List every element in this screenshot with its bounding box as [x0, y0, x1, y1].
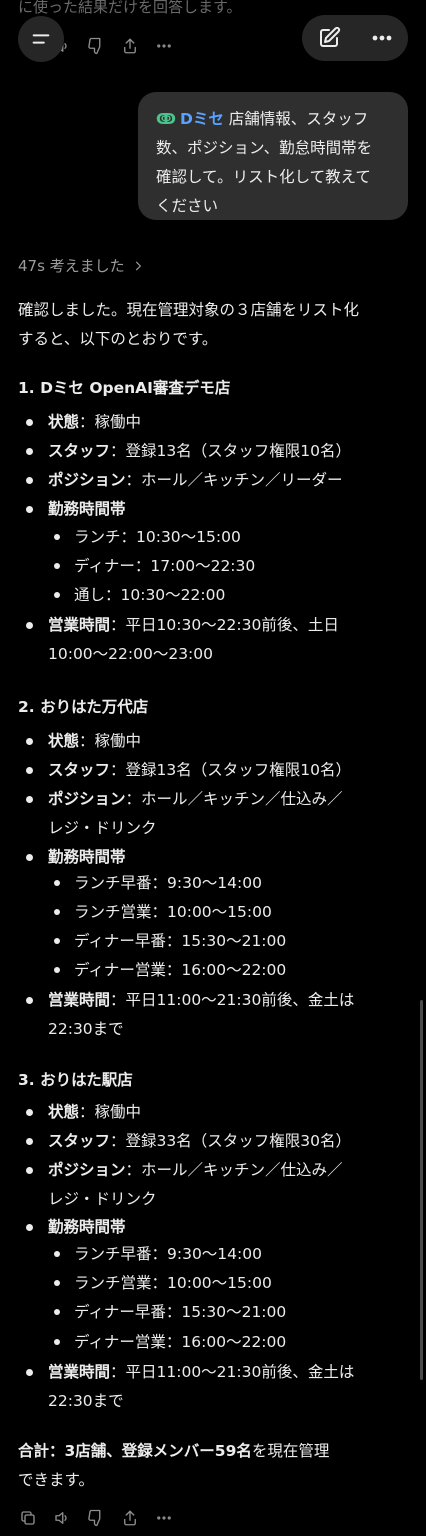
total-summary: 合計：3店舗、登録メンバー59名を現在管理 できます。 — [18, 1437, 329, 1495]
more-icon[interactable] — [154, 36, 174, 56]
list-item-status: 状態：稼働中 — [25, 1098, 141, 1127]
more-icon[interactable] — [154, 1508, 174, 1528]
scrollbar[interactable] — [420, 1000, 423, 1380]
shift-item: ディナー早番：15:30〜21:00 — [53, 1298, 286, 1327]
shift-item: 通し：10:30〜22:00 — [53, 581, 225, 610]
thought-summary-toggle[interactable]: 47s 考えました — [18, 255, 145, 276]
response-actions — [18, 1508, 174, 1528]
store-heading: 2. おりはた万代店 — [18, 698, 149, 716]
list-item-position: ポジション：ホール／キッチン／仕込み／ レジ・ドリンク — [26, 1156, 343, 1214]
new-chat-icon[interactable] — [317, 26, 341, 50]
user-message-bubble: ↂ Dミセ 店舗情報、スタッフ 数、ポジション、勤怠時間帯を 確認して。リスト化し… — [138, 92, 408, 220]
total-rest: を現在管理 — [251, 1442, 330, 1460]
speaker-icon[interactable] — [52, 1508, 72, 1528]
shift-item: ランチ早番：9:30〜14:00 — [54, 869, 262, 898]
shift-item: ランチ：10:30〜15:00 — [54, 523, 241, 552]
intro-line: すると、以下のとおりです。 — [18, 330, 218, 348]
list-item-status: 状態：稼働中 — [25, 408, 141, 437]
list-item-shifts: 勤務時間帯 — [26, 495, 126, 524]
list-item-position: ポジション：ホール／キッチン／仕込み／ レジ・ドリンク — [26, 785, 343, 843]
copy-icon[interactable] — [18, 1508, 38, 1528]
intro-line: 確認しました。現在管理対象の３店舗をリスト化 — [18, 301, 360, 319]
shift-item: ランチ早番：9:30〜14:00 — [54, 1240, 262, 1269]
previous-message-text: に使った結果だけを回答します。 — [18, 0, 242, 16]
list-item-hours: 営業時間：平日11:00〜21:30前後、金土は 22:30まで — [25, 1358, 354, 1416]
user-message-line: ください — [156, 197, 219, 215]
shift-item: ランチ営業：10:00〜15:00 — [54, 1269, 272, 1298]
list-item-shifts: 勤務時間帯 — [26, 1213, 126, 1242]
user-message-line: 確認して。リスト化して教えて — [156, 168, 371, 186]
chevron-right-icon — [135, 261, 141, 270]
menu-icon — [32, 34, 50, 44]
share-icon[interactable] — [120, 1508, 140, 1528]
header-actions — [302, 15, 408, 61]
total-bold: 合計：3店舗、登録メンバー59名 — [18, 1442, 252, 1460]
list-item-staff: スタッフ：登録13名（スタッフ権限10名） — [26, 756, 351, 785]
dmise-logo-icon: ↂ — [156, 110, 176, 128]
more-options-icon[interactable] — [370, 26, 394, 50]
list-item-hours: 営業時間：平日10:30〜22:30前後、土日 10:00〜22:00〜23:00 — [26, 611, 339, 669]
total-line: できます。 — [18, 1471, 94, 1489]
store-heading: 3. おりはた駅店 — [18, 1071, 133, 1089]
thumbs-down-icon[interactable] — [86, 36, 106, 56]
intro-paragraph: 確認しました。現在管理対象の３店舗をリスト化 すると、以下のとおりです。 — [18, 296, 359, 354]
store-heading: 1. Dミセ OpenAI審査デモ店 — [18, 379, 231, 397]
list-item-hours: 営業時間：平日11:00〜21:30前後、金土は 22:30まで — [25, 986, 354, 1044]
list-item-status: 状態：稼働中 — [25, 727, 141, 756]
app-mention[interactable]: Dミセ — [180, 110, 224, 128]
list-item-shifts: 勤務時間帯 — [26, 843, 126, 872]
list-item-staff: スタッフ：登録33名（スタッフ権限30名） — [26, 1127, 351, 1156]
shift-item: ディナー早番：15:30〜21:00 — [53, 927, 286, 956]
user-message-line: 店舗情報、スタッフ — [228, 110, 369, 128]
shift-item: ディナー営業：16:00〜22:00 — [53, 1328, 286, 1357]
user-message-line: 数、ポジション、勤怠時間帯を — [156, 139, 373, 157]
menu-button[interactable] — [18, 16, 64, 62]
share-icon[interactable] — [120, 36, 140, 56]
shift-item: ディナー：17:00〜22:30 — [53, 552, 255, 581]
shift-item: ディナー営業：16:00〜22:00 — [53, 956, 286, 985]
thumbs-down-icon[interactable] — [86, 1508, 106, 1528]
list-item-staff: スタッフ：登録13名（スタッフ権限10名） — [26, 437, 351, 466]
thought-label: 47s 考えました — [18, 257, 125, 275]
shift-item: ランチ営業：10:00〜15:00 — [54, 898, 272, 927]
list-item-position: ポジション：ホール／キッチン／リーダー — [26, 466, 343, 495]
